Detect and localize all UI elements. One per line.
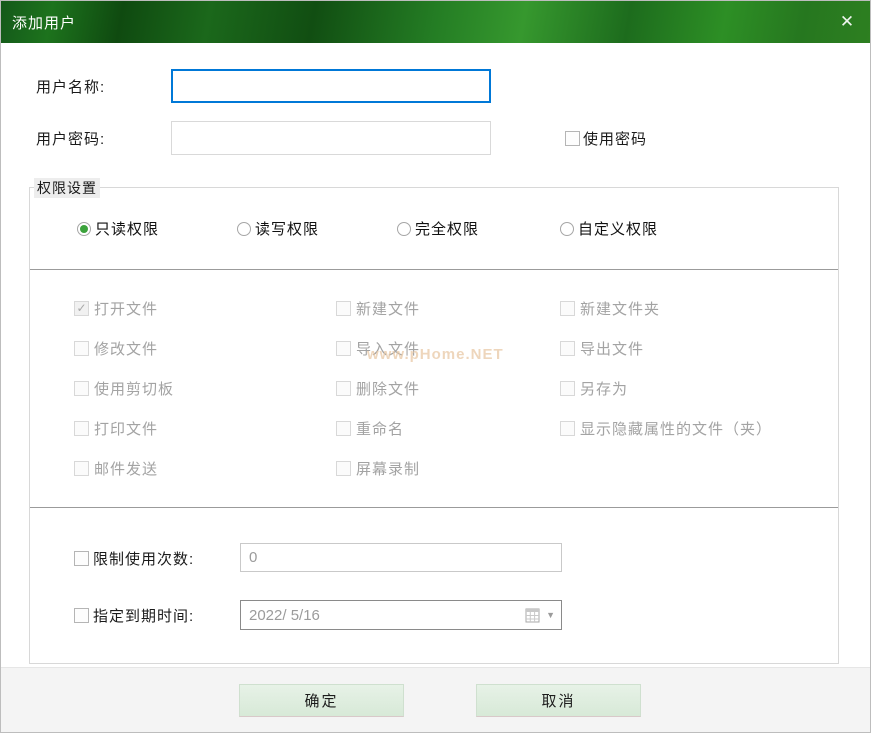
checkbox-icon <box>74 461 89 476</box>
checkbox-icon <box>74 341 89 356</box>
username-row: 用户名称: <box>36 69 491 103</box>
usage-limit-checkbox[interactable]: 限制使用次数: <box>74 548 194 569</box>
password-label: 用户密码: <box>36 128 171 149</box>
perm-rename[interactable]: 重命名 <box>336 408 560 448</box>
perm-new-folder[interactable]: 新建文件夹 <box>560 288 830 328</box>
password-input[interactable] <box>171 121 491 155</box>
checkbox-icon <box>336 461 351 476</box>
expiry-checkbox[interactable]: 指定到期时间: <box>74 605 194 626</box>
use-password-label: 使用密码 <box>583 128 647 149</box>
perm-export-file[interactable]: 导出文件 <box>560 328 830 368</box>
radio-icon <box>77 222 91 236</box>
checkbox-icon <box>336 421 351 436</box>
perm-save-as[interactable]: 另存为 <box>560 368 830 408</box>
radio-readonly[interactable]: 只读权限 <box>77 218 237 239</box>
perm-delete-file[interactable]: 删除文件 <box>336 368 560 408</box>
checkbox-icon <box>560 381 575 396</box>
window-title: 添加用户 <box>1 12 76 33</box>
permissions-groupbox: 权限设置 只读权限 读写权限 完全权限 自定义权限 ✓ 打开 <box>29 187 839 664</box>
checkbox-icon <box>336 301 351 316</box>
radio-readwrite[interactable]: 读写权限 <box>237 218 397 239</box>
usage-limit-label: 限制使用次数: <box>93 548 194 569</box>
perm-modify-file[interactable]: 修改文件 <box>74 328 336 368</box>
checkbox-icon <box>560 301 575 316</box>
radio-custom[interactable]: 自定义权限 <box>560 218 658 239</box>
username-label: 用户名称: <box>36 76 171 97</box>
close-icon[interactable]: ✕ <box>824 1 870 43</box>
perm-show-hidden[interactable]: 显示隐藏属性的文件（夹） <box>560 408 830 448</box>
checkbox-icon <box>74 551 89 566</box>
checkbox-icon <box>336 341 351 356</box>
checkbox-icon <box>74 608 89 623</box>
radio-icon <box>397 222 411 236</box>
perm-new-file[interactable]: 新建文件 <box>336 288 560 328</box>
dropdown-arrow-icon[interactable]: ▼ <box>546 610 555 620</box>
radio-icon <box>560 222 574 236</box>
perm-clipboard[interactable]: 使用剪切板 <box>74 368 336 408</box>
footer: 确定 取消 <box>1 667 870 732</box>
divider <box>30 269 838 270</box>
expiry-row: 指定到期时间: <box>74 586 194 644</box>
calendar-icon <box>525 608 540 623</box>
checkbox-icon <box>74 381 89 396</box>
perm-print-file[interactable]: 打印文件 <box>74 408 336 448</box>
usage-limit-row: 限制使用次数: <box>74 528 194 588</box>
checkbox-icon <box>560 421 575 436</box>
permission-checkbox-grid: ✓ 打开文件 新建文件 新建文件夹 修改文件 导入文件 导出文件 <box>74 288 830 488</box>
password-row: 用户密码: 使用密码 <box>36 121 647 155</box>
check-icon: ✓ <box>74 301 89 316</box>
permissions-group-title: 权限设置 <box>34 178 100 198</box>
use-password-checkbox[interactable]: 使用密码 <box>565 128 647 149</box>
expiry-label: 指定到期时间: <box>93 605 194 626</box>
checkbox-icon <box>560 341 575 356</box>
ok-button[interactable]: 确定 <box>239 684 404 717</box>
titlebar: 添加用户 ✕ <box>1 1 870 43</box>
perm-email-send[interactable]: 邮件发送 <box>74 448 336 488</box>
usage-count-input[interactable] <box>240 543 562 572</box>
radio-icon <box>237 222 251 236</box>
expiry-date-picker[interactable]: 2022/ 5/16 ▼ <box>240 600 562 630</box>
perm-import-file[interactable]: 导入文件 <box>336 328 560 368</box>
add-user-dialog: 添加用户 ✕ 用户名称: 用户密码: 使用密码 权限设置 只读权限 读写权限 <box>0 0 871 733</box>
cancel-button[interactable]: 取消 <box>476 684 641 717</box>
checkbox-icon <box>565 131 580 146</box>
expiry-date-value: 2022/ 5/16 <box>249 607 525 624</box>
permission-level-radios: 只读权限 读写权限 完全权限 自定义权限 <box>77 218 658 239</box>
checkbox-icon <box>336 381 351 396</box>
perm-open-file[interactable]: ✓ 打开文件 <box>74 288 336 328</box>
checkbox-icon <box>74 421 89 436</box>
perm-screen-record[interactable]: 屏幕录制 <box>336 448 560 488</box>
divider <box>30 507 838 508</box>
radio-full[interactable]: 完全权限 <box>397 218 560 239</box>
username-input[interactable] <box>171 69 491 103</box>
